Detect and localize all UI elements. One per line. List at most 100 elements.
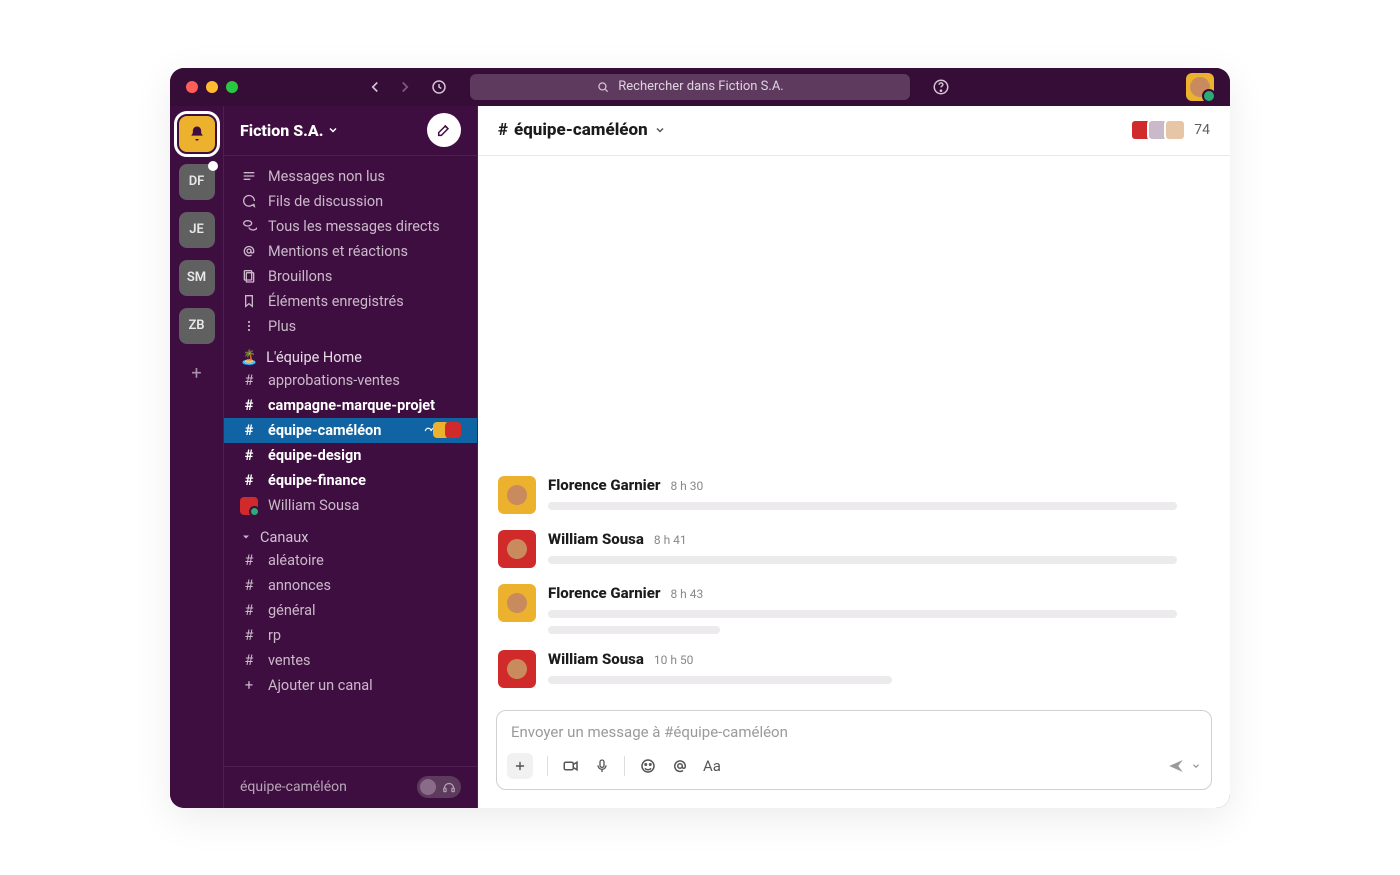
message-avatar[interactable] — [498, 584, 536, 622]
forward-button[interactable] — [396, 78, 414, 96]
composer-toolbar: Aa — [497, 747, 1211, 789]
hash-icon: # — [240, 602, 258, 619]
message: William Sousa 8 h 41 — [498, 522, 1210, 576]
huddle-toggle[interactable] — [417, 776, 461, 798]
back-button[interactable] — [366, 78, 384, 96]
send-button[interactable] — [1167, 757, 1201, 775]
plus-icon: + — [240, 677, 258, 694]
add-workspace-button[interactable]: + — [179, 356, 215, 392]
sidebar: Fiction S.A. Messages non lus — [224, 106, 478, 808]
search-input[interactable]: Rechercher dans Fiction S.A. — [470, 74, 910, 100]
mentions-icon — [240, 243, 258, 259]
sidebar-header: Fiction S.A. — [224, 106, 477, 156]
more-icon — [240, 318, 258, 334]
channel-name: aléatoire — [268, 552, 324, 569]
workspace-tile[interactable]: ZB — [179, 308, 215, 344]
hash-icon: # — [240, 627, 258, 644]
sidebar-section-channels[interactable]: Canaux — [224, 519, 477, 548]
sidebar-item-saved[interactable]: Éléments enregistrés — [224, 289, 477, 314]
message-time: 10 h 50 — [654, 653, 694, 667]
sidebar-channel[interactable]: # aléatoire — [224, 548, 477, 573]
member-count[interactable]: 74 — [1194, 122, 1210, 138]
history-button[interactable] — [430, 78, 448, 96]
workspace-tile[interactable]: SM — [179, 260, 215, 296]
add-channel-label: Ajouter un canal — [268, 677, 373, 694]
dm-name: William Sousa — [268, 497, 359, 514]
sidebar-channel[interactable]: #ventes — [224, 648, 477, 673]
message-avatar[interactable] — [498, 476, 536, 514]
workspace-switcher[interactable]: Fiction S.A. — [240, 121, 339, 140]
member-avatars[interactable] — [1135, 119, 1186, 141]
workspace-initials: DF — [189, 174, 205, 189]
help-button[interactable] — [932, 78, 950, 96]
sidebar-item-drafts[interactable]: Brouillons — [224, 264, 477, 289]
maximize-window[interactable] — [226, 81, 238, 93]
formatting-button[interactable]: Aa — [703, 757, 721, 775]
sidebar-item-dms[interactable]: Tous les messages directs — [224, 214, 477, 239]
sidebar-channel[interactable]: # campagne-marque-projet — [224, 393, 477, 418]
sidebar-channel[interactable]: # approbations-ventes — [224, 368, 477, 393]
channel-name: équipe-design — [268, 447, 361, 464]
sidebar-item-label: Plus — [268, 318, 296, 335]
sidebar-channel-selected[interactable]: # équipe-caméléon — [224, 418, 477, 443]
user-avatar[interactable] — [1186, 73, 1214, 101]
message-avatar[interactable] — [498, 530, 536, 568]
close-window[interactable] — [186, 81, 198, 93]
sidebar-item-label: Fils de discussion — [268, 193, 383, 210]
attach-button[interactable] — [507, 753, 533, 779]
sidebar-item-more[interactable]: Plus — [224, 314, 477, 339]
channel-name: général — [268, 602, 316, 619]
channel-title: équipe-caméléon — [514, 120, 648, 140]
hash-icon: # — [240, 472, 258, 489]
channel-name: annonces — [268, 577, 331, 594]
section-label: Canaux — [260, 529, 308, 546]
workspace-tile[interactable]: DF — [179, 164, 215, 200]
hash-icon: # — [240, 447, 258, 464]
channel-title-button[interactable]: # équipe-caméléon — [498, 120, 666, 140]
sidebar-item-threads[interactable]: Fils de discussion — [224, 189, 477, 214]
section-label: L'équipe Home — [266, 349, 362, 366]
message: William Sousa 10 h 50 — [498, 642, 1210, 696]
unreads-icon — [240, 168, 258, 184]
sidebar-channel[interactable]: # équipe-design — [224, 443, 477, 468]
workspace-initials: JE — [189, 222, 204, 237]
minimize-window[interactable] — [206, 81, 218, 93]
sidebar-channel[interactable]: # rp — [224, 623, 477, 648]
workspace-rail: DF JE SM ZB + — [170, 106, 224, 808]
search-placeholder: Rechercher dans Fiction S.A. — [618, 79, 784, 94]
sidebar-item-mentions[interactable]: Mentions et réactions — [224, 239, 477, 264]
add-channel-button[interactable]: + Ajouter un canal — [224, 673, 477, 698]
hash-icon: # — [240, 422, 258, 439]
hash-icon: # — [240, 397, 258, 414]
audio-button[interactable] — [594, 758, 610, 774]
sidebar-item-label: Mentions et réactions — [268, 243, 408, 260]
sidebar-dm[interactable]: William Sousa — [224, 493, 477, 519]
workspace-tile[interactable]: JE — [179, 212, 215, 248]
mention-button[interactable] — [671, 757, 689, 775]
sidebar-item-unreads[interactable]: Messages non lus — [224, 164, 477, 189]
channel-name: campagne-marque-projet — [268, 397, 435, 414]
message-composer: Envoyer un message à #équipe-caméléon — [496, 710, 1212, 790]
sidebar-item-label: Tous les messages directs — [268, 218, 440, 235]
sidebar-channel[interactable]: # général — [224, 598, 477, 623]
sidebar-section-team[interactable]: 🏝️ L'équipe Home — [224, 339, 477, 368]
message-time: 8 h 41 — [654, 533, 687, 547]
message-avatar[interactable] — [498, 650, 536, 688]
channel-name: rp — [268, 627, 281, 644]
message-author[interactable]: Florence Garnier — [548, 584, 660, 602]
workspace-tile-active[interactable] — [179, 116, 215, 152]
hash-icon: # — [240, 552, 258, 569]
composer-input[interactable]: Envoyer un message à #équipe-caméléon — [497, 711, 1211, 747]
threads-icon — [240, 193, 258, 209]
sidebar-channel[interactable]: # équipe-finance — [224, 468, 477, 493]
compose-button[interactable] — [427, 113, 461, 147]
message-author[interactable]: Florence Garnier — [548, 476, 660, 494]
video-button[interactable] — [562, 757, 580, 775]
headphones-icon — [442, 780, 456, 794]
message-author[interactable]: William Sousa — [548, 530, 644, 548]
message-author[interactable]: William Sousa — [548, 650, 644, 668]
sidebar-item-label: Brouillons — [268, 268, 332, 285]
emoji-button[interactable] — [639, 757, 657, 775]
sidebar-footer: équipe-caméléon — [224, 766, 477, 808]
sidebar-channel[interactable]: #annonces — [224, 573, 477, 598]
